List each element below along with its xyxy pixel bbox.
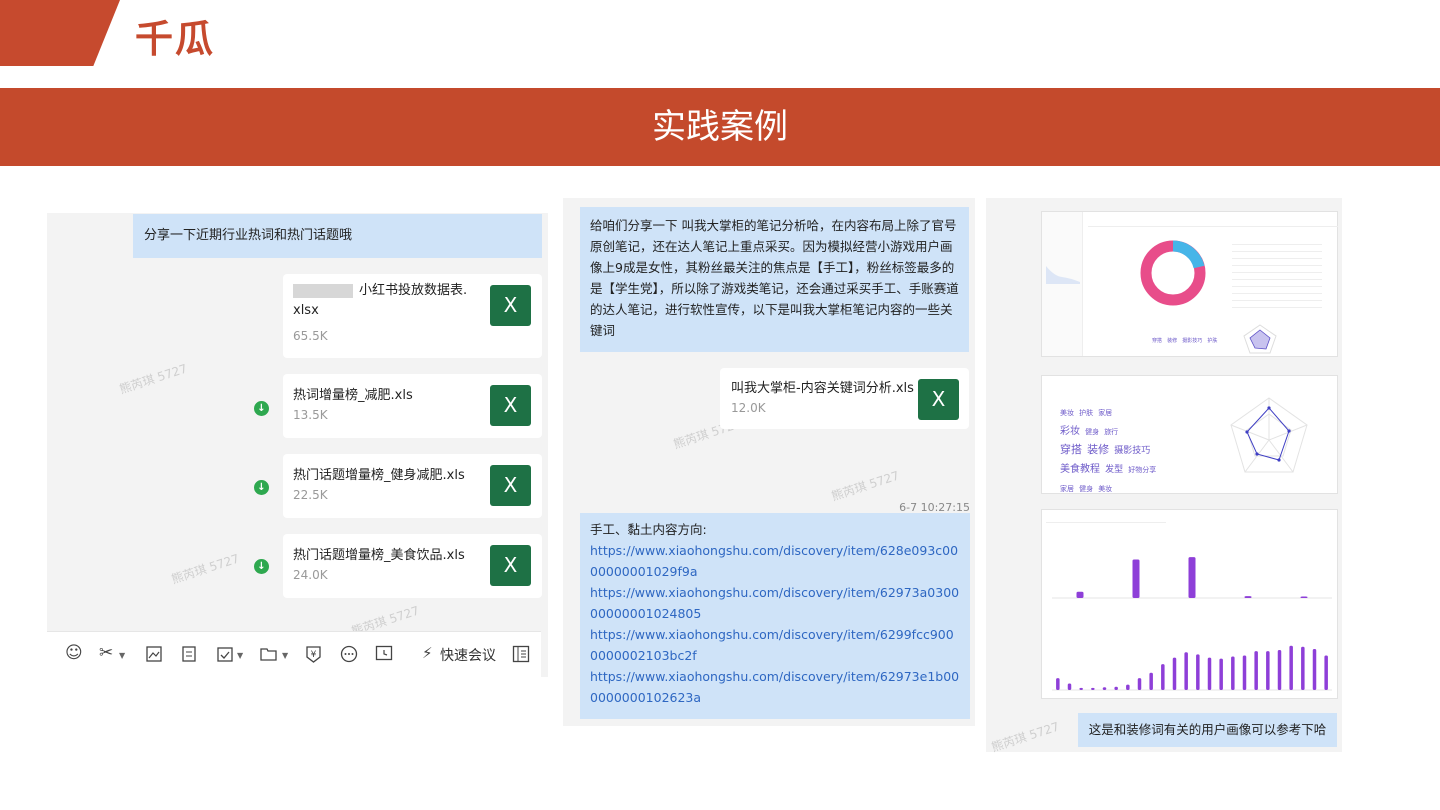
quick-meeting-button[interactable]: 快速会议: [440, 645, 496, 665]
chart-bar: [1277, 650, 1282, 690]
chart-bar: [1254, 651, 1258, 690]
dashboard-sidebar: [1042, 212, 1083, 356]
file-name: 热门话题增量榜_美食饮品.xls: [293, 548, 465, 563]
download-icon[interactable]: ↓: [254, 559, 269, 574]
emoji-icon[interactable]: ☺: [65, 643, 83, 663]
document-icon[interactable]: [181, 646, 197, 662]
brand-logo-text: 千瓜: [135, 17, 216, 61]
word-cloud-screenshot[interactable]: 美妆 护肤 家居 彩妆 健身 旅行 穿搭 装修 摄影技巧 美食教程 发型 好物分…: [1041, 375, 1338, 494]
chart-bar: [1301, 646, 1305, 690]
chart-bar: [1184, 652, 1188, 690]
chart-bar: [1067, 683, 1072, 690]
chart-bar: [1137, 678, 1142, 690]
image-icon[interactable]: [146, 646, 162, 662]
distribution-table: [1232, 238, 1322, 316]
chevron-down-icon[interactable]: ▼: [282, 651, 288, 660]
chart-bar: [1132, 559, 1140, 598]
radar-chart-mini: [1243, 324, 1277, 354]
dashboard-screenshot[interactable]: 穿搭 装修 摄影技巧 护肤: [1041, 211, 1338, 357]
file-name-ext: xlsx: [293, 303, 319, 318]
file-card[interactable]: 叫我大掌柜-内容关键词分析.xls 12.0K X: [720, 368, 969, 429]
chat-message-bubble[interactable]: 手工、黏土内容方向: https://www.xiaohongshu.com/d…: [580, 513, 970, 719]
file-name: 小红书投放数据表.: [359, 283, 468, 298]
radar-chart: [1230, 397, 1308, 473]
excel-file-icon: X: [490, 285, 531, 326]
file-size: 22.5K: [293, 488, 328, 502]
chart-bar: [1242, 655, 1247, 690]
chart-bar: [1244, 596, 1252, 598]
file-name: 叫我大掌柜-内容关键词分析.xls: [731, 381, 914, 396]
note-link[interactable]: https://www.xiaohongshu.com/discovery/it…: [590, 540, 960, 582]
bar-chart-bottom: [1052, 645, 1332, 691]
chart-bar: [1219, 658, 1223, 690]
more-options-icon[interactable]: [340, 645, 358, 663]
header-slant-decoration: [0, 0, 120, 66]
chart-bar: [1289, 645, 1293, 690]
chart-bar: [1266, 651, 1270, 690]
chart-bar: [1114, 686, 1118, 690]
file-card[interactable]: 热门话题增量榜_美食饮品.xls 24.0K X: [283, 534, 542, 598]
checklist-icon[interactable]: [217, 646, 233, 662]
chat-message-bubble[interactable]: 给咱们分享一下 叫我大掌柜的笔记分析哈，在内容布局上除了官号原创笔记，还在达人笔…: [580, 207, 969, 352]
download-icon[interactable]: ↓: [254, 401, 269, 416]
file-size: 65.5K: [293, 329, 328, 343]
area-chart-mini: [1046, 266, 1080, 284]
chat-message-bubble[interactable]: 分享一下近期行业热词和热门话题哦: [133, 214, 542, 258]
chart-bar: [1312, 648, 1317, 690]
chart-bar: [1126, 684, 1130, 690]
history-icon[interactable]: [375, 645, 393, 663]
excel-file-icon: X: [490, 465, 531, 506]
chart-bar: [1149, 672, 1153, 690]
file-name: 热词增量榜_减肥.xls: [293, 388, 413, 403]
file-card[interactable]: 热门话题增量榜_健身减肥.xls 22.5K X: [283, 454, 542, 518]
bar-chart-screenshot[interactable]: [1041, 509, 1338, 699]
section-title: 实践案例: [652, 107, 788, 147]
chart-bar: [1207, 657, 1212, 690]
bar-chart-top: [1052, 557, 1332, 599]
scissors-icon[interactable]: ✂: [99, 643, 113, 663]
chat-message-bubble[interactable]: 这是和装修词有关的用户画像可以参考下哈: [1078, 713, 1337, 747]
chart-bar: [1102, 687, 1107, 690]
word-cloud: 美妆 护肤 家居 彩妆 健身 旅行 穿搭 装修 摄影技巧 美食教程 发型 好物分…: [1060, 409, 1157, 493]
chevron-down-icon[interactable]: ▼: [119, 651, 125, 660]
dashboard-tabs: [1088, 216, 1338, 227]
chart-bar: [1091, 687, 1095, 690]
word-cloud-mini: 穿搭 装修 摄影技巧 护肤: [1152, 338, 1218, 344]
note-link[interactable]: https://www.xiaohongshu.com/discovery/it…: [590, 624, 960, 666]
chat-toolbar: ☺ ✂ ▼ ▼ ▼ ¥ ⚡ 快速会议: [47, 631, 541, 678]
chart-bar: [1188, 557, 1196, 598]
blurred-filename-part: [293, 284, 353, 298]
file-size: 12.0K: [731, 401, 766, 415]
chart-bar: [1161, 664, 1165, 690]
note-link[interactable]: https://www.xiaohongshu.com/discovery/it…: [590, 582, 960, 624]
file-name: 热门话题增量榜_健身减肥.xls: [293, 468, 465, 483]
lightning-icon[interactable]: ⚡: [422, 644, 433, 662]
chart-bar: [1079, 687, 1083, 690]
chart-bar: [1172, 657, 1177, 690]
chart-bar: [1076, 591, 1084, 598]
excel-file-icon: X: [490, 385, 531, 426]
dashboard-tabs: [1046, 514, 1166, 523]
chevron-down-icon[interactable]: ▼: [237, 651, 243, 660]
red-packet-icon[interactable]: ¥: [305, 645, 322, 663]
excel-file-icon: X: [490, 545, 531, 586]
file-size: 13.5K: [293, 408, 328, 422]
folder-icon[interactable]: [260, 646, 277, 661]
svg-text:¥: ¥: [311, 650, 317, 660]
excel-file-icon: X: [918, 379, 959, 420]
chart-bar: [1324, 655, 1328, 690]
sidebar-toggle-icon[interactable]: [512, 645, 530, 663]
file-card[interactable]: 小红书投放数据表. xlsx 65.5K X: [283, 274, 542, 358]
chart-bar: [1056, 678, 1060, 690]
download-icon[interactable]: ↓: [254, 480, 269, 495]
chart-bar: [1300, 596, 1308, 598]
chart-bar: [1231, 656, 1235, 690]
donut-chart: [1140, 240, 1206, 306]
file-card[interactable]: 热词增量榜_减肥.xls 13.5K X: [283, 374, 542, 438]
links-title: 手工、黏土内容方向:: [590, 522, 707, 537]
file-size: 24.0K: [293, 568, 328, 582]
note-link[interactable]: https://www.xiaohongshu.com/discovery/it…: [590, 666, 960, 708]
chart-bar: [1196, 654, 1200, 690]
